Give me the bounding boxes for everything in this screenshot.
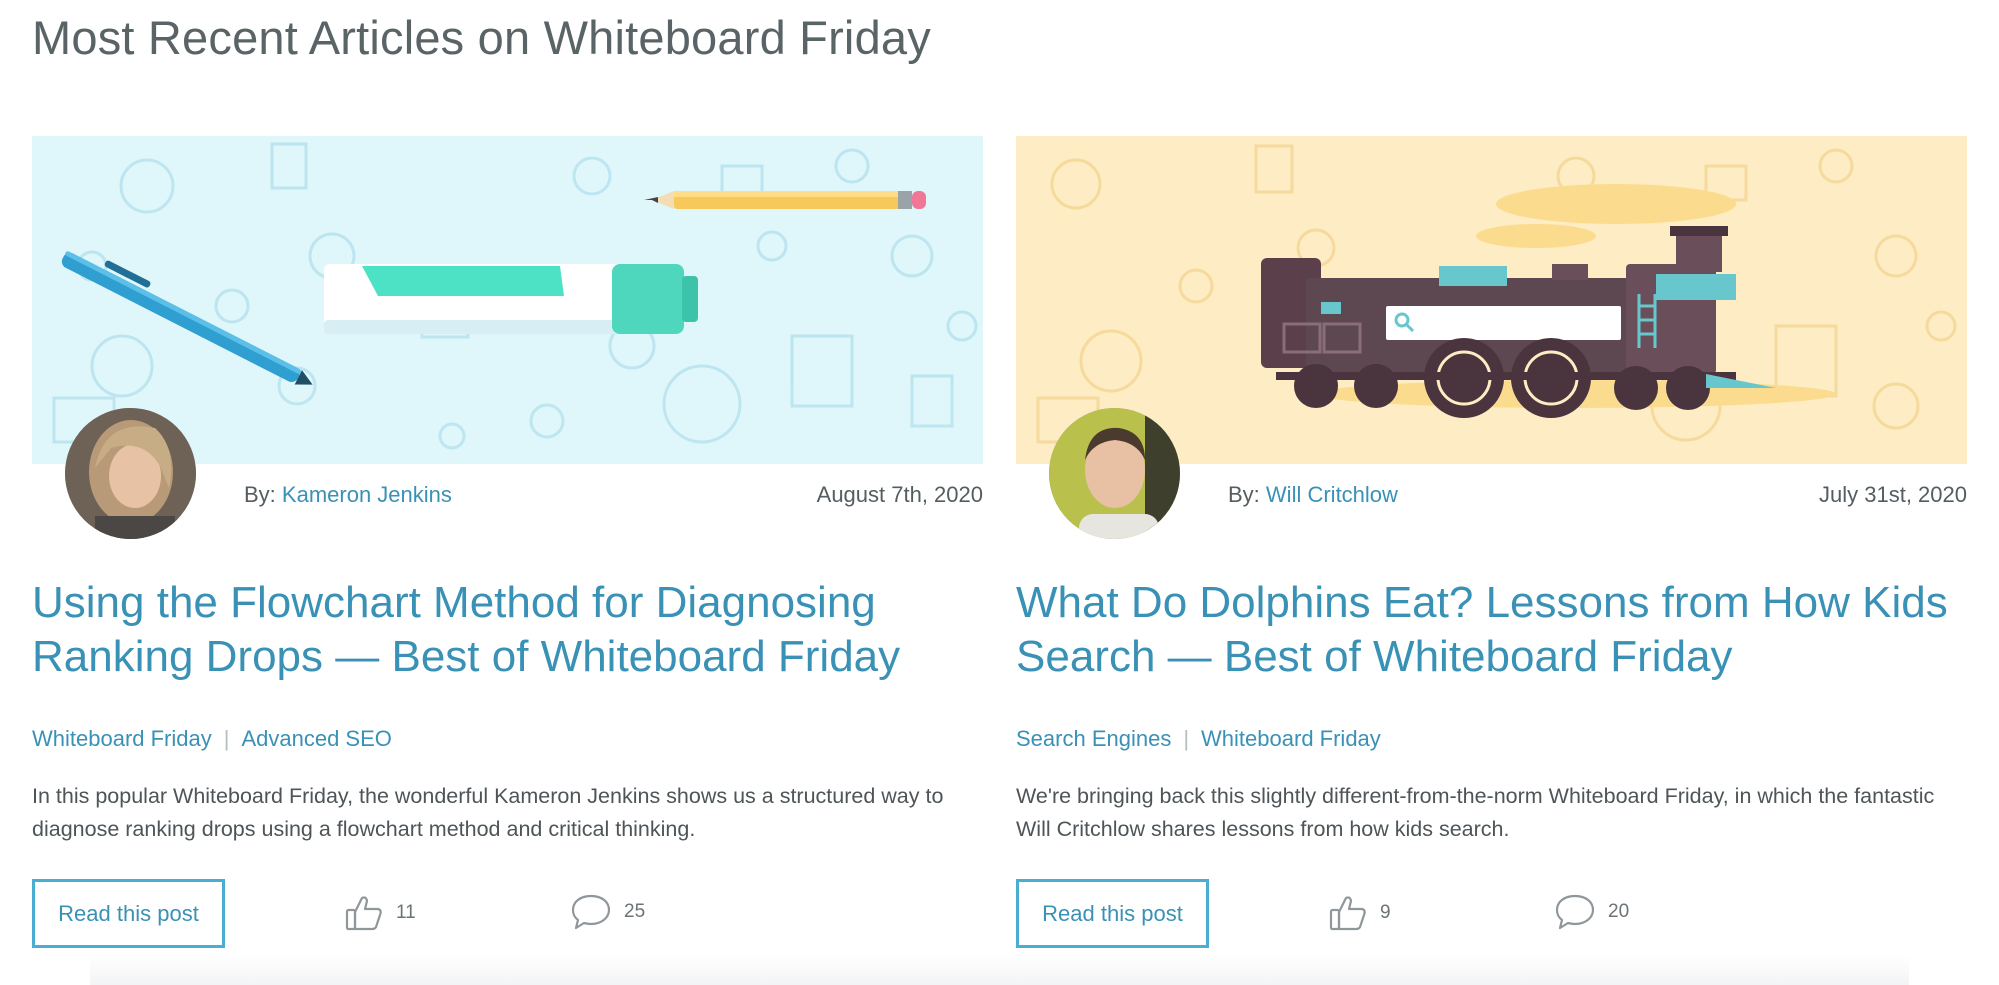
comment-count: 25 [624, 901, 646, 922]
article-card: By: Kameron Jenkins August 7th, 2020 Usi… [32, 136, 983, 976]
category-separator: | [1183, 726, 1190, 751]
article-hero-image[interactable] [1016, 136, 1967, 464]
author-link[interactable]: Will Critchlow [1266, 482, 1398, 507]
category-list: Search Engines | Whiteboard Friday [1016, 726, 1381, 752]
footer-shadow [90, 955, 1909, 985]
article-excerpt: In this popular Whiteboard Friday, the w… [32, 784, 944, 841]
category-separator: | [223, 726, 230, 751]
byline-label: By: [244, 482, 276, 507]
article-title-link[interactable]: What Do Dolphins Eat? Lessons from How K… [1016, 576, 1967, 684]
author-link[interactable]: Kameron Jenkins [282, 482, 452, 507]
comments-link[interactable]: 25 [570, 893, 645, 931]
page-title: Most Recent Articles on Whiteboard Frida… [32, 11, 931, 64]
article-excerpt: We're bringing back this slightly differ… [1016, 784, 1935, 841]
category-link[interactable]: Whiteboard Friday [32, 726, 212, 751]
category-link[interactable]: Search Engines [1016, 726, 1171, 751]
byline: By: Will Critchlow [1228, 482, 1398, 508]
comment-icon[interactable] [570, 893, 612, 931]
comments-link[interactable]: 20 [1554, 893, 1629, 931]
thumbs-up-icon[interactable] [344, 893, 384, 933]
thumbs-up-icon[interactable] [1328, 893, 1368, 933]
comment-count: 20 [1608, 901, 1630, 922]
category-list: Whiteboard Friday | Advanced SEO [32, 726, 392, 752]
like-control[interactable]: 11 [344, 893, 416, 933]
like-count: 9 [1380, 902, 1391, 923]
comment-icon[interactable] [1554, 893, 1596, 931]
publish-date: August 7th, 2020 [816, 482, 983, 507]
like-count: 11 [396, 902, 416, 923]
category-link[interactable]: Advanced SEO [241, 726, 391, 751]
author-avatar[interactable] [65, 408, 196, 539]
byline: By: Kameron Jenkins [244, 482, 452, 508]
publish-date: July 31st, 2020 [1819, 482, 1967, 507]
author-avatar[interactable] [1049, 408, 1180, 539]
article-title-link[interactable]: Using the Flowchart Method for Diagnosin… [32, 576, 983, 684]
like-control[interactable]: 9 [1328, 893, 1391, 933]
article-hero-image[interactable] [32, 136, 983, 464]
read-post-button[interactable]: Read this post [32, 879, 225, 948]
category-link[interactable]: Whiteboard Friday [1201, 726, 1381, 751]
byline-label: By: [1228, 482, 1260, 507]
read-post-button[interactable]: Read this post [1016, 879, 1209, 948]
article-card: By: Will Critchlow July 31st, 2020 What … [1016, 136, 1967, 976]
